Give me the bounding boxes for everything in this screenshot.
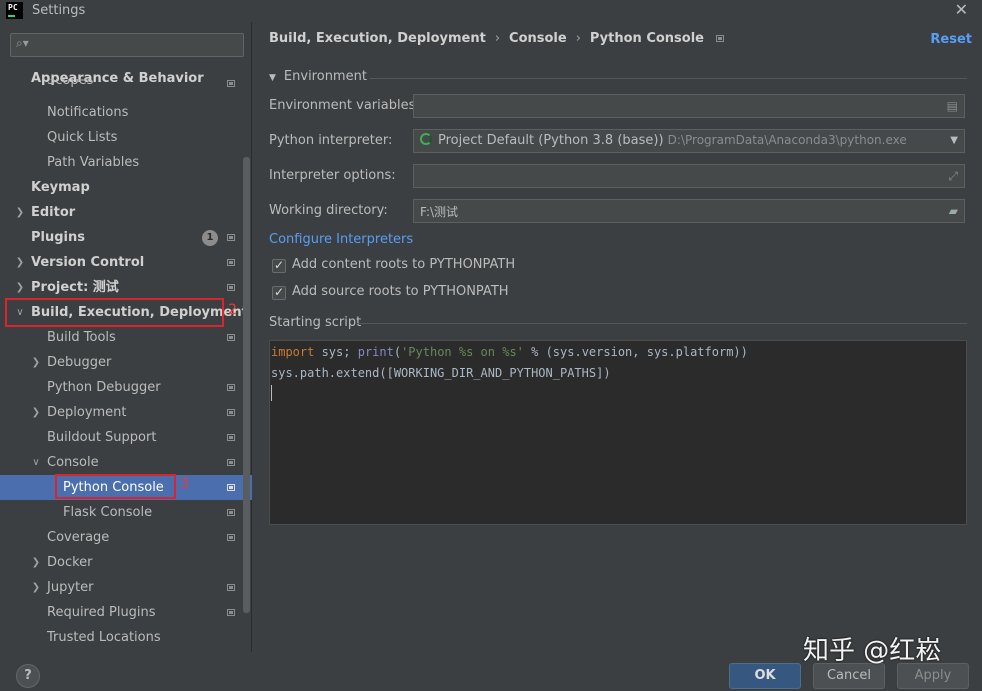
python-interpreter-icon (420, 133, 432, 145)
project-scope-icon (227, 459, 235, 466)
sidebar-item-version-control[interactable]: ❯ Version Control (0, 250, 252, 275)
sidebar-item-scopes[interactable]: Scopes (0, 79, 252, 91)
chevron-right-icon[interactable]: ❯ (15, 250, 25, 275)
python-interpreter-label: Python interpreter: (269, 133, 393, 148)
project-scope-icon (227, 534, 235, 541)
chevron-down-icon[interactable]: ∨ (31, 450, 41, 475)
code-line-2: sys.path.extend([WORKING_DIR_AND_PYTHON_… (271, 366, 611, 380)
close-icon[interactable]: ✕ (955, 0, 968, 19)
chevron-right-icon[interactable]: ❯ (15, 200, 25, 225)
ok-button[interactable]: OK (729, 663, 801, 689)
sidebar-item-project[interactable]: ❯ Project: 测试 (0, 275, 252, 300)
project-scope-icon (227, 609, 235, 616)
browse-list-icon[interactable]: ▤ (947, 99, 958, 113)
sidebar-item-notifications[interactable]: Notifications (0, 100, 252, 125)
working-directory-field[interactable]: F:\测试 ▰ (413, 199, 965, 223)
dropdown-arrow-icon[interactable]: ▼ (950, 135, 958, 146)
search-input[interactable] (39, 36, 239, 54)
sidebar-item-build-tools[interactable]: Build Tools (0, 325, 252, 350)
section-divider (357, 323, 967, 324)
sidebar-item-console[interactable]: ∨ Console (0, 450, 252, 475)
sidebar-item-flask-console[interactable]: Flask Console (0, 500, 252, 525)
sidebar-item-docker[interactable]: ❯ Docker (0, 550, 252, 575)
sidebar-item-python-debugger[interactable]: Python Debugger (0, 375, 252, 400)
reset-link[interactable]: Reset (930, 32, 972, 47)
settings-search[interactable]: ⌕▾ (10, 33, 244, 57)
sidebar-item-deployment[interactable]: ❯ Deployment (0, 400, 252, 425)
sidebar-item-coverage[interactable]: Coverage (0, 525, 252, 550)
settings-tree: Appearance & Behavior Scopes Notificatio… (0, 66, 252, 652)
breadcrumb-python-console: Python Console (589, 31, 704, 46)
project-scope-icon (227, 259, 235, 266)
sidebar-item-editor[interactable]: ❯ Editor (0, 200, 252, 225)
annotation-number-3: 3 (180, 476, 189, 492)
sidebar-item-path-variables[interactable]: Path Variables (0, 150, 252, 175)
title-bar: PC Settings ✕ (0, 0, 982, 22)
chevron-right-icon[interactable]: ❯ (31, 575, 41, 600)
folder-icon[interactable]: ▰ (949, 204, 958, 218)
checkbox-checked-icon[interactable] (272, 258, 286, 273)
starting-script-title: Starting script (269, 315, 362, 330)
breadcrumb-separator-icon: › (494, 31, 501, 46)
python-interpreter-select[interactable]: Project Default (Python 3.8 (base)) D:\P… (413, 129, 965, 153)
settings-sidebar: ⌕▾ Appearance & Behavior Scopes Notifica… (0, 22, 252, 652)
annotation-box-build-execution (5, 298, 224, 327)
sidebar-item-buildout-support[interactable]: Buildout Support (0, 425, 252, 450)
code-line-1: import sys; print('Python %s on %s' % (s… (271, 345, 748, 359)
pycharm-logo-icon: PC (6, 2, 23, 19)
working-directory-label: Working directory: (269, 203, 388, 218)
project-scope-icon (227, 409, 235, 416)
breadcrumb: Build, Execution, Deployment › Console › Pyt… (269, 31, 724, 46)
configure-interpreters-link[interactable]: Configure Interpreters (269, 232, 413, 247)
collapse-triangle-icon[interactable]: ▼ (269, 73, 276, 83)
environment-section-header[interactable]: ▼ Environment (269, 69, 367, 87)
sidebar-item-required-plugins[interactable]: Required Plugins (0, 600, 252, 625)
sidebar-scrollbar[interactable] (243, 157, 250, 613)
environment-variables-label: Environment variables: (269, 98, 420, 113)
search-icon: ⌕▾ (16, 36, 29, 50)
sidebar-item-quick-lists[interactable]: Quick Lists (0, 125, 252, 150)
interpreter-options-field[interactable]: ⤢ (413, 164, 965, 188)
checkbox-checked-icon[interactable] (272, 285, 286, 300)
interpreter-options-label: Interpreter options: (269, 168, 396, 183)
sidebar-item-trusted-locations[interactable]: Trusted Locations (0, 625, 252, 650)
sidebar-item-jupyter[interactable]: ❯ Jupyter (0, 575, 252, 600)
starting-script-editor[interactable]: import sys; print('Python %s on %s' % (s… (269, 340, 967, 525)
breadcrumb-build-execution-deployment: Build, Execution, Deployment (269, 31, 486, 46)
project-scope-icon (227, 509, 235, 516)
project-scope-icon (716, 35, 724, 42)
project-scope-icon (227, 434, 235, 441)
breadcrumb-separator-icon: › (575, 31, 581, 46)
settings-content: Build, Execution, Deployment › Console › Pyt… (253, 22, 982, 652)
project-scope-icon (227, 284, 235, 291)
chevron-right-icon[interactable]: ❯ (31, 550, 41, 575)
project-scope-icon (227, 584, 235, 591)
breadcrumb-console: Console (509, 31, 567, 46)
expand-icon[interactable]: ⤢ (948, 169, 958, 184)
text-caret (271, 385, 272, 401)
chevron-right-icon[interactable]: ❯ (31, 350, 41, 375)
sidebar-item-keymap[interactable]: Keymap (0, 175, 252, 200)
sidebar-item-debugger[interactable]: ❯ Debugger (0, 350, 252, 375)
chevron-right-icon[interactable]: ❯ (15, 275, 25, 300)
project-scope-icon (227, 384, 235, 391)
sidebar-item-plugins[interactable]: Plugins 1 (0, 225, 252, 250)
window-title: Settings (32, 3, 86, 18)
help-button[interactable]: ? (16, 664, 40, 688)
watermark-text: 知乎 @红崧 (803, 636, 942, 666)
project-scope-icon (227, 334, 235, 341)
annotation-box-python-console (55, 474, 176, 499)
updates-badge: 1 (202, 230, 218, 246)
project-scope-icon (227, 484, 235, 491)
annotation-number-2: 2 (228, 302, 237, 318)
environment-variables-field[interactable]: ▤ (413, 94, 965, 118)
chevron-right-icon[interactable]: ❯ (31, 400, 41, 425)
section-divider (370, 78, 967, 79)
project-scope-icon (227, 234, 235, 241)
